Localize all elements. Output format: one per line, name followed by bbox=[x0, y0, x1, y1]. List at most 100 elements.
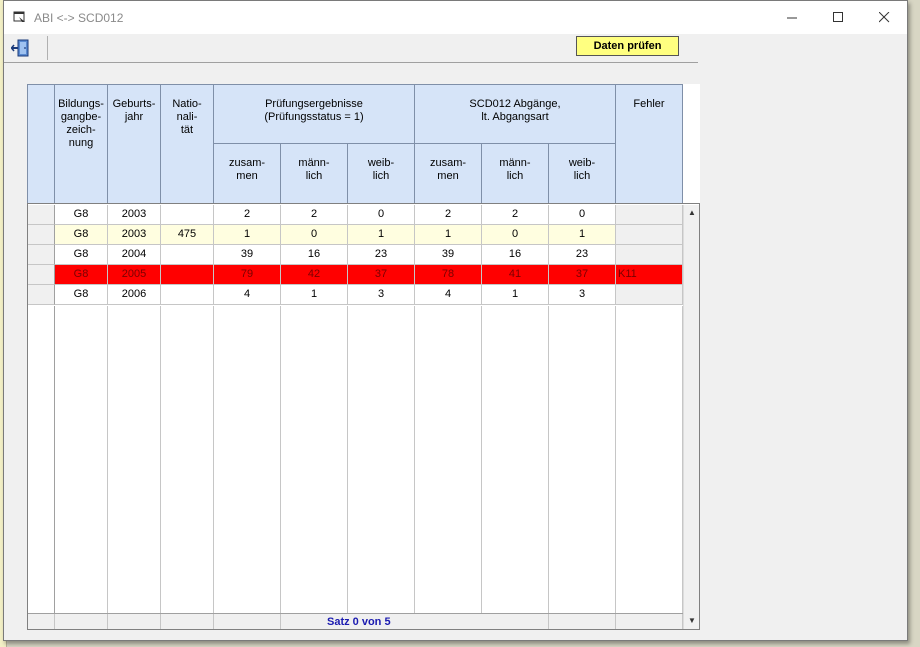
table-cell-s_w[interactable]: 23 bbox=[549, 245, 616, 265]
app-icon bbox=[13, 11, 25, 22]
col-header-s-maennlich[interactable]: männ- lich bbox=[482, 144, 549, 204]
grid-line bbox=[107, 306, 108, 613]
row-selector[interactable] bbox=[27, 285, 55, 305]
col-header-geburt[interactable]: Geburts- jahr bbox=[108, 84, 161, 204]
table-cell-s_m[interactable]: 16 bbox=[482, 245, 549, 265]
scroll-up-arrow-icon[interactable]: ▲ bbox=[684, 205, 700, 221]
exit-door-icon[interactable] bbox=[11, 39, 31, 57]
table-cell-bildung[interactable]: G8 bbox=[55, 205, 108, 225]
grid-line bbox=[213, 306, 214, 613]
table-cell-s_m[interactable]: 41 bbox=[482, 265, 549, 285]
row-selector[interactable] bbox=[27, 205, 55, 225]
row-selector[interactable] bbox=[27, 245, 55, 265]
table-cell-p_w[interactable]: 37 bbox=[348, 265, 415, 285]
table-cell-p_m[interactable]: 1 bbox=[281, 285, 348, 305]
table-cell-bildung[interactable]: G8 bbox=[55, 265, 108, 285]
table-cell-s_w[interactable]: 0 bbox=[549, 205, 616, 225]
col-header-fehler-label: Fehler bbox=[633, 98, 665, 110]
main-window: ABI <-> SCD012 Daten prüfen Bildungs- ga… bbox=[3, 0, 908, 641]
table-cell-s_z[interactable]: 78 bbox=[415, 265, 482, 285]
table-cell-jahr[interactable]: 2003 bbox=[108, 225, 161, 245]
table-cell-jahr[interactable]: 2004 bbox=[108, 245, 161, 265]
col-header-p-maennlich[interactable]: männ- lich bbox=[281, 144, 348, 204]
table-cell-fehler[interactable] bbox=[616, 285, 683, 305]
footer-cell bbox=[616, 614, 683, 630]
table-cell-bildung[interactable]: G8 bbox=[55, 245, 108, 265]
grid-line bbox=[414, 306, 415, 613]
table-cell-s_w[interactable]: 3 bbox=[549, 285, 616, 305]
table-cell-jahr[interactable]: 2005 bbox=[108, 265, 161, 285]
record-status: Satz 0 von 5 bbox=[327, 616, 391, 628]
table-cell-nation[interactable] bbox=[161, 205, 214, 225]
grid-line bbox=[481, 306, 482, 613]
table-cell-s_m[interactable]: 2 bbox=[482, 205, 549, 225]
col-header-p-weiblich-label: weib- lich bbox=[367, 157, 395, 182]
table-cell-p_w[interactable]: 23 bbox=[348, 245, 415, 265]
table-cell-jahr[interactable]: 2003 bbox=[108, 205, 161, 225]
vertical-scrollbar[interactable]: ▲ ▼ bbox=[683, 205, 700, 630]
check-data-button[interactable]: Daten prüfen bbox=[576, 36, 679, 56]
footer-cell bbox=[55, 614, 108, 630]
row-selector[interactable] bbox=[27, 225, 55, 245]
scroll-down-arrow-icon[interactable]: ▼ bbox=[684, 613, 700, 629]
table-cell-p_m[interactable]: 16 bbox=[281, 245, 348, 265]
col-header-bildung[interactable]: Bildungs- gangbe- zeich- nung bbox=[55, 84, 108, 204]
footer-cell bbox=[549, 614, 616, 630]
table-cell-s_z[interactable]: 4 bbox=[415, 285, 482, 305]
col-header-p-weiblich[interactable]: weib- lich bbox=[348, 144, 415, 204]
footer-cell bbox=[482, 614, 549, 630]
table-cell-p_m[interactable]: 0 bbox=[281, 225, 348, 245]
table-cell-fehler[interactable] bbox=[616, 245, 683, 265]
table-cell-jahr[interactable]: 2006 bbox=[108, 285, 161, 305]
table-cell-nation[interactable] bbox=[161, 285, 214, 305]
table-cell-p_m[interactable]: 42 bbox=[281, 265, 348, 285]
table-cell-s_z[interactable]: 39 bbox=[415, 245, 482, 265]
table-cell-p_z[interactable]: 79 bbox=[214, 265, 281, 285]
table-cell-s_z[interactable]: 1 bbox=[415, 225, 482, 245]
table-cell-fehler[interactable] bbox=[616, 205, 683, 225]
table-cell-s_m[interactable]: 0 bbox=[482, 225, 549, 245]
table-cell-nation[interactable] bbox=[161, 245, 214, 265]
table-cell-p_z[interactable]: 2 bbox=[214, 205, 281, 225]
grid-line bbox=[160, 306, 161, 613]
table-cell-s_w[interactable]: 1 bbox=[549, 225, 616, 245]
table-cell-p_z[interactable]: 1 bbox=[214, 225, 281, 245]
col-header-p-zusammen[interactable]: zusam- men bbox=[214, 144, 281, 204]
grid-line bbox=[615, 306, 616, 613]
col-header-fehler[interactable]: Fehler bbox=[616, 84, 683, 204]
toolbar: Daten prüfen bbox=[4, 34, 698, 63]
table-cell-p_w[interactable]: 3 bbox=[348, 285, 415, 305]
col-header-bildung-label: Bildungs- gangbe- zeich- nung bbox=[58, 98, 104, 149]
row-selector[interactable] bbox=[27, 265, 55, 285]
col-header-nation[interactable]: Natio- nali- tät bbox=[161, 84, 214, 204]
table-cell-p_m[interactable]: 2 bbox=[281, 205, 348, 225]
col-header-s-weiblich-label: weib- lich bbox=[568, 157, 596, 182]
title-bar[interactable]: ABI <-> SCD012 bbox=[4, 1, 907, 34]
table-cell-s_m[interactable]: 1 bbox=[482, 285, 549, 305]
col-header-p-zusammen-label: zusam- men bbox=[228, 157, 266, 182]
group-header-scd: SCD012 Abgänge, lt. Abgangsart bbox=[415, 84, 616, 144]
close-button[interactable] bbox=[861, 1, 907, 34]
minimize-button[interactable] bbox=[769, 1, 815, 34]
table-cell-p_w[interactable]: 1 bbox=[348, 225, 415, 245]
table-cell-p_z[interactable]: 4 bbox=[214, 285, 281, 305]
table-cell-fehler[interactable]: K11 bbox=[616, 265, 683, 285]
table-cell-s_z[interactable]: 2 bbox=[415, 205, 482, 225]
grid-line bbox=[548, 306, 549, 613]
table-cell-nation[interactable] bbox=[161, 265, 214, 285]
col-header-s-zusammen[interactable]: zusam- men bbox=[415, 144, 482, 204]
maximize-button[interactable] bbox=[815, 1, 861, 34]
footer-cell bbox=[108, 614, 161, 630]
data-grid: Bildungs- gangbe- zeich- nung Geburts- j… bbox=[27, 84, 700, 630]
table-cell-nation[interactable]: 475 bbox=[161, 225, 214, 245]
col-header-s-zusammen-label: zusam- men bbox=[429, 157, 467, 182]
table-cell-p_z[interactable]: 39 bbox=[214, 245, 281, 265]
table-cell-bildung[interactable]: G8 bbox=[55, 225, 108, 245]
window-title: ABI <-> SCD012 bbox=[34, 11, 124, 25]
table-cell-bildung[interactable]: G8 bbox=[55, 285, 108, 305]
table-cell-p_w[interactable]: 0 bbox=[348, 205, 415, 225]
table-cell-s_w[interactable]: 37 bbox=[549, 265, 616, 285]
footer-cell bbox=[27, 614, 55, 630]
table-cell-fehler[interactable] bbox=[616, 225, 683, 245]
col-header-s-weiblich[interactable]: weib- lich bbox=[549, 144, 616, 204]
